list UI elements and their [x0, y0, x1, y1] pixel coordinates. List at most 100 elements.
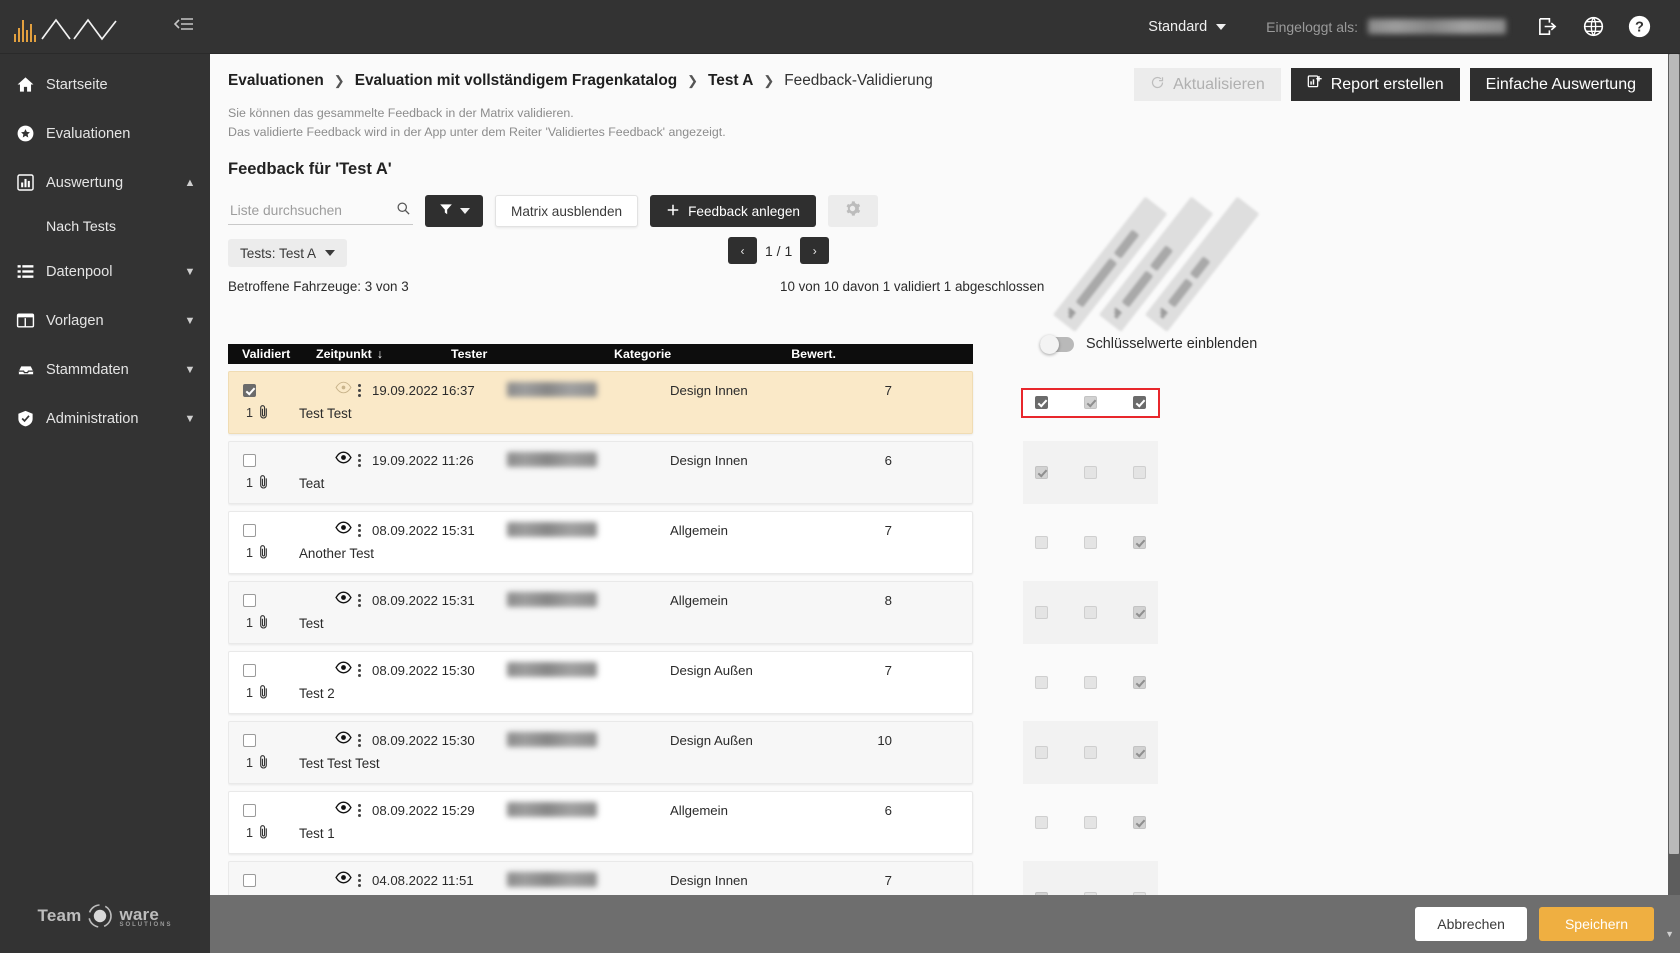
- row-attachments[interactable]: 1: [229, 474, 284, 493]
- row-validated-checkbox[interactable]: [243, 803, 256, 817]
- profile-select[interactable]: Standard: [1148, 19, 1227, 35]
- row-timestamp: 08.09.2022 15:30: [372, 662, 475, 678]
- matrix-checkbox-3[interactable]: [1133, 536, 1146, 549]
- table-row[interactable]: 08.09.2022 15:30 Design Außen 10 1 Test …: [228, 721, 973, 784]
- preview-eye-icon[interactable]: [335, 871, 352, 889]
- row-attachments[interactable]: 1: [229, 684, 284, 703]
- row-attachments[interactable]: 1: [229, 544, 284, 563]
- row-validated-checkbox[interactable]: [243, 733, 256, 747]
- next-page-button[interactable]: ›: [800, 237, 830, 265]
- matrix-checkbox-3[interactable]: [1133, 606, 1146, 619]
- preview-eye-icon[interactable]: [335, 661, 352, 679]
- create-report-button[interactable]: Report erstellen: [1290, 68, 1460, 101]
- vertical-scrollbar[interactable]: [1668, 54, 1680, 895]
- row-validated-checkbox[interactable]: [243, 523, 256, 537]
- row-menu-icon[interactable]: [358, 523, 361, 537]
- column-header-zeitpunkt[interactable]: Zeitpunkt ↓: [316, 347, 451, 361]
- table-row[interactable]: 04.08.2022 11:51 Design Innen 7 2 Test m…: [228, 861, 973, 895]
- matrix-checkbox-2[interactable]: [1084, 606, 1097, 619]
- matrix-checkbox-1[interactable]: [1035, 816, 1048, 829]
- sidebar-item-auswertung[interactable]: Auswertung ▲: [0, 158, 210, 207]
- row-menu-icon[interactable]: [358, 663, 361, 677]
- scroll-down-arrow-icon[interactable]: ▼: [1665, 929, 1674, 939]
- cancel-button[interactable]: Abbrechen: [1415, 907, 1527, 941]
- sidebar-item-vorlagen[interactable]: Vorlagen ▼: [0, 296, 210, 345]
- refresh-button[interactable]: Aktualisieren: [1134, 68, 1281, 101]
- matrix-checkbox-1[interactable]: [1035, 676, 1048, 689]
- preview-eye-icon[interactable]: [335, 381, 352, 399]
- row-attachments[interactable]: 1: [229, 614, 284, 633]
- breadcrumb-item-evaluationen[interactable]: Evaluationen: [228, 72, 324, 90]
- matrix-checkbox-1[interactable]: [1035, 396, 1048, 409]
- sidebar-item-administration[interactable]: Administration ▼: [0, 394, 210, 443]
- create-feedback-button[interactable]: Feedback anlegen: [650, 195, 816, 228]
- row-validated-checkbox[interactable]: [243, 663, 256, 677]
- row-menu-icon[interactable]: [358, 383, 361, 397]
- matrix-checkbox-1[interactable]: [1035, 536, 1048, 549]
- filter-button[interactable]: [425, 195, 483, 228]
- row-attachments[interactable]: 1: [229, 404, 284, 423]
- matrix-checkbox-3[interactable]: [1133, 396, 1146, 409]
- search-input[interactable]: [228, 197, 413, 225]
- search-icon[interactable]: [396, 201, 411, 221]
- row-attachments[interactable]: 1: [229, 824, 284, 843]
- row-menu-icon[interactable]: [358, 453, 361, 467]
- prev-page-button[interactable]: ‹: [728, 237, 757, 265]
- simple-evaluation-button[interactable]: Einfache Auswertung: [1469, 68, 1652, 101]
- sidebar-item-datenpool[interactable]: Datenpool ▼: [0, 247, 210, 296]
- matrix-checkbox-3[interactable]: [1133, 676, 1146, 689]
- matrix-checkbox-1[interactable]: [1035, 466, 1048, 479]
- table-row[interactable]: 08.09.2022 15:30 Design Außen 7 1 Test 2: [228, 651, 973, 714]
- collapse-sidebar-icon[interactable]: [173, 16, 194, 37]
- preview-eye-icon[interactable]: [335, 731, 352, 749]
- row-validated-checkbox[interactable]: [243, 593, 256, 607]
- settings-button[interactable]: [827, 195, 878, 228]
- matrix-checkbox-2[interactable]: [1084, 466, 1097, 479]
- sidebar-item-stammdaten[interactable]: Stammdaten ▼: [0, 345, 210, 394]
- row-menu-icon[interactable]: [358, 733, 361, 747]
- scrollbar-thumb[interactable]: [1669, 54, 1679, 854]
- preview-eye-icon[interactable]: [335, 591, 352, 609]
- matrix-checkbox-1[interactable]: [1035, 746, 1048, 759]
- row-menu-icon[interactable]: [358, 593, 361, 607]
- help-icon[interactable]: ?: [1616, 0, 1662, 54]
- logout-icon[interactable]: [1524, 0, 1570, 54]
- preview-eye-icon[interactable]: [335, 521, 352, 539]
- shield-check-icon: [16, 409, 46, 428]
- sidebar-item-startseite[interactable]: Startseite: [0, 60, 210, 109]
- column-header-tester[interactable]: Tester: [451, 347, 614, 361]
- column-header-bewertung[interactable]: Bewert.: [774, 347, 844, 361]
- matrix-checkbox-2[interactable]: [1084, 676, 1097, 689]
- row-attachments[interactable]: 1: [229, 754, 284, 773]
- sidebar-item-evaluationen[interactable]: Evaluationen: [0, 109, 210, 158]
- row-menu-icon[interactable]: [358, 803, 361, 817]
- matrix-checkbox-2[interactable]: [1084, 816, 1097, 829]
- save-button[interactable]: Speichern: [1538, 907, 1654, 941]
- matrix-checkbox-2[interactable]: [1084, 536, 1097, 549]
- row-validated-checkbox[interactable]: [243, 453, 256, 467]
- test-filter-chip[interactable]: Tests: Test A: [228, 239, 348, 268]
- table-row[interactable]: 19.09.2022 11:26 Design Innen 6 1 Teat: [228, 441, 973, 504]
- table-row[interactable]: 08.09.2022 15:31 Allgemein 7 1 Another T…: [228, 511, 973, 574]
- table-row[interactable]: 19.09.2022 16:37 Design Innen 7 1 Test T…: [228, 371, 973, 434]
- breadcrumb-item-test-a[interactable]: Test A: [708, 72, 753, 90]
- row-validated-checkbox[interactable]: [243, 873, 256, 887]
- column-header-validiert[interactable]: Validiert: [228, 347, 316, 361]
- sidebar-item-nach-tests[interactable]: Nach Tests: [0, 207, 210, 247]
- matrix-checkbox-1[interactable]: [1035, 606, 1048, 619]
- table-row[interactable]: 08.09.2022 15:31 Allgemein 8 1 Test: [228, 581, 973, 644]
- table-row[interactable]: 08.09.2022 15:29 Allgemein 6 1 Test 1: [228, 791, 973, 854]
- row-validated-checkbox[interactable]: [243, 383, 256, 397]
- hide-matrix-button[interactable]: Matrix ausblenden: [495, 195, 639, 228]
- preview-eye-icon[interactable]: [335, 801, 352, 819]
- column-header-kategorie[interactable]: Kategorie: [614, 347, 774, 361]
- matrix-checkbox-2[interactable]: [1084, 396, 1097, 409]
- breadcrumb-item-evaluation-katalog[interactable]: Evaluation mit vollständigem Fragenkatal…: [355, 72, 677, 90]
- matrix-checkbox-3[interactable]: [1133, 746, 1146, 759]
- preview-eye-icon[interactable]: [335, 451, 352, 469]
- globe-icon[interactable]: [1570, 0, 1616, 54]
- matrix-checkbox-3[interactable]: [1133, 466, 1146, 479]
- matrix-checkbox-3[interactable]: [1133, 816, 1146, 829]
- matrix-checkbox-2[interactable]: [1084, 746, 1097, 759]
- row-menu-icon[interactable]: [358, 873, 361, 887]
